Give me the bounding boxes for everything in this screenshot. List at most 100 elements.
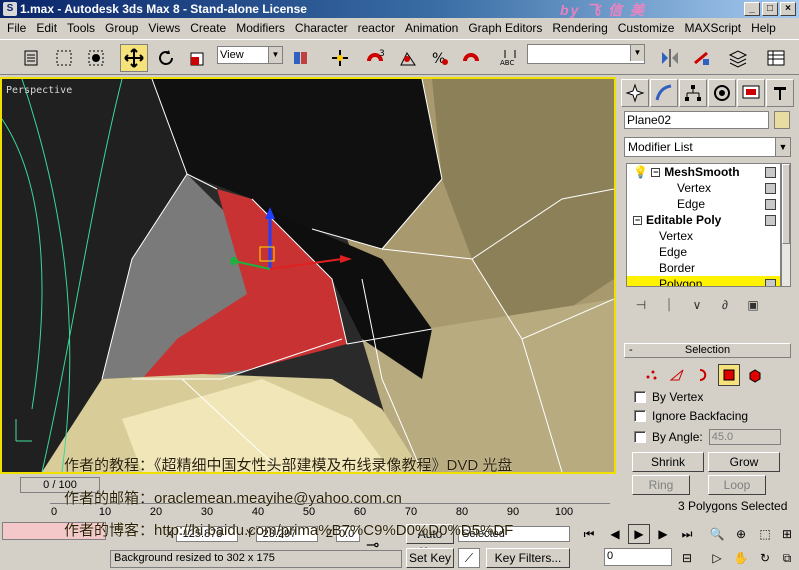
stack-item-toggle[interactable] xyxy=(765,215,776,226)
by-angle-checkbox[interactable] xyxy=(634,431,646,443)
loop-button[interactable]: Loop xyxy=(708,475,766,495)
select-filter-icon[interactable] xyxy=(18,44,46,72)
next-frame-icon[interactable]: ▶ xyxy=(652,524,674,544)
app-icon[interactable]: S xyxy=(3,2,17,16)
menu-customize[interactable]: Customize xyxy=(613,21,680,35)
border-level-icon[interactable] xyxy=(692,364,714,386)
collapse-icon[interactable]: − xyxy=(633,216,642,225)
select-scale-icon[interactable] xyxy=(184,44,212,72)
stack-item-meshsmooth-vertex[interactable]: Vertex xyxy=(627,180,780,196)
selection-set-dropdown[interactable]: ▼ xyxy=(527,44,645,64)
stack-item-toggle[interactable] xyxy=(765,183,776,194)
pin-stack-icon[interactable]: ⊣ xyxy=(630,295,652,315)
zoom-extents-icon[interactable]: ⬚ xyxy=(754,524,776,544)
zoom-all-icon[interactable]: ⊕ xyxy=(730,524,752,544)
motion-icon[interactable] xyxy=(708,79,736,107)
reference-coord-dropdown[interactable]: View ▼ xyxy=(217,46,283,64)
collapse-icon[interactable]: − xyxy=(651,168,661,177)
menu-rendering[interactable]: Rendering xyxy=(547,21,612,35)
object-color-swatch[interactable] xyxy=(774,111,790,129)
menu-help[interactable]: Help xyxy=(746,21,781,35)
zoom-icon[interactable]: 🔍 xyxy=(706,524,728,544)
stack-item-polygon[interactable]: Polygon xyxy=(627,276,780,286)
menu-views[interactable]: Views xyxy=(143,21,185,35)
shrink-button[interactable]: Shrink xyxy=(632,452,704,472)
stack-item-border[interactable]: Border xyxy=(627,260,780,276)
grow-button[interactable]: Grow xyxy=(708,452,780,472)
curve-editor-icon[interactable] xyxy=(762,44,790,72)
select-rotate-icon[interactable] xyxy=(152,44,180,72)
key-filters-button[interactable]: Key Filters... xyxy=(486,548,570,568)
viewport-label[interactable]: Perspective xyxy=(6,85,72,96)
field-of-view-icon[interactable]: ▷ xyxy=(706,548,728,568)
lightbulb-icon[interactable]: 💡 xyxy=(633,165,648,179)
object-name-field[interactable]: Plane02 xyxy=(624,111,769,129)
display-icon[interactable] xyxy=(737,79,765,107)
stack-item-vertex[interactable]: Vertex xyxy=(627,228,780,244)
snap-3d-icon[interactable]: 3 xyxy=(362,44,390,72)
set-key-button[interactable]: Set Key xyxy=(406,548,454,568)
named-selection-icon[interactable]: ABC xyxy=(496,44,524,72)
select-object-icon[interactable] xyxy=(82,44,110,72)
stack-item-meshsmooth-edge[interactable]: Edge xyxy=(627,196,780,212)
menu-graph-editors[interactable]: Graph Editors xyxy=(463,21,547,35)
make-unique-icon[interactable]: ∨ xyxy=(686,295,708,315)
stack-item-toggle[interactable] xyxy=(765,199,776,210)
menu-reactor[interactable]: reactor xyxy=(353,21,400,35)
play-icon[interactable]: ▶ xyxy=(628,524,650,544)
mirror-icon[interactable] xyxy=(656,44,684,72)
go-to-end-icon[interactable]: ⏭ xyxy=(676,524,698,544)
default-tangent-icon[interactable]: ⟋ xyxy=(458,548,480,568)
pivot-icon[interactable] xyxy=(286,44,314,72)
show-end-result-icon[interactable]: ⏐ xyxy=(658,295,680,315)
zoom-extents-all-icon[interactable]: ⊞ xyxy=(776,524,798,544)
stack-item-editable-poly[interactable]: − Editable Poly xyxy=(627,212,780,228)
stack-item-meshsmooth[interactable]: 💡 − MeshSmooth xyxy=(627,164,780,180)
hierarchy-icon[interactable] xyxy=(679,79,707,107)
maximize-button[interactable]: □ xyxy=(762,2,778,16)
angle-spinner[interactable]: 45.0 xyxy=(708,429,781,445)
menu-modifiers[interactable]: Modifiers xyxy=(231,21,290,35)
ignore-backfacing-checkbox[interactable] xyxy=(634,410,646,422)
arc-rotate-icon[interactable]: ↻ xyxy=(754,548,776,568)
align-icon[interactable] xyxy=(688,44,716,72)
by-vertex-checkbox[interactable] xyxy=(634,391,646,403)
scrollbar-thumb[interactable] xyxy=(782,164,790,244)
previous-frame-icon[interactable]: ◀ xyxy=(604,524,626,544)
menu-edit[interactable]: Edit xyxy=(31,21,62,35)
remove-modifier-icon[interactable]: ∂ xyxy=(714,295,736,315)
stack-scrollbar[interactable] xyxy=(781,163,791,287)
select-manipulate-icon[interactable] xyxy=(326,44,354,72)
selection-rollout-header[interactable]: - Selection xyxy=(624,343,791,358)
time-config-icon[interactable]: ⊟ xyxy=(676,548,698,568)
modifier-list-dropdown[interactable]: Modifier List ▼ xyxy=(624,137,791,157)
edge-level-icon[interactable] xyxy=(666,364,688,386)
percent-snap-icon[interactable]: % xyxy=(426,44,454,72)
modify-icon[interactable] xyxy=(650,79,678,107)
ring-button[interactable]: Ring xyxy=(632,475,690,495)
stack-item-edge[interactable]: Edge xyxy=(627,244,780,260)
spinner-snap-icon[interactable] xyxy=(458,44,486,72)
menu-file[interactable]: File xyxy=(2,21,31,35)
configure-sets-icon[interactable]: ▣ xyxy=(742,295,764,315)
layer-icon[interactable] xyxy=(724,44,752,72)
select-move-icon[interactable] xyxy=(120,44,148,72)
current-frame-field[interactable]: 0 xyxy=(604,548,672,566)
close-button[interactable]: × xyxy=(780,2,796,16)
minimize-button[interactable]: _ xyxy=(744,2,760,16)
viewport-scene[interactable] xyxy=(2,79,614,472)
go-to-start-icon[interactable]: ⏮ xyxy=(578,524,600,544)
menu-character[interactable]: Character xyxy=(290,21,353,35)
polygon-level-icon[interactable] xyxy=(718,364,740,386)
maximize-viewport-icon[interactable]: ⧉ xyxy=(776,548,798,568)
menu-tools[interactable]: Tools xyxy=(62,21,100,35)
perspective-viewport[interactable]: Perspective xyxy=(0,77,616,474)
vertex-level-icon[interactable] xyxy=(640,364,662,386)
element-level-icon[interactable] xyxy=(744,364,766,386)
stack-item-toggle[interactable] xyxy=(765,279,776,286)
menu-maxscript[interactable]: MAXScript xyxy=(679,21,746,35)
menu-animation[interactable]: Animation xyxy=(400,21,463,35)
angle-snap-icon[interactable] xyxy=(394,44,422,72)
select-region-icon[interactable] xyxy=(50,44,78,72)
create-icon[interactable] xyxy=(621,79,649,107)
